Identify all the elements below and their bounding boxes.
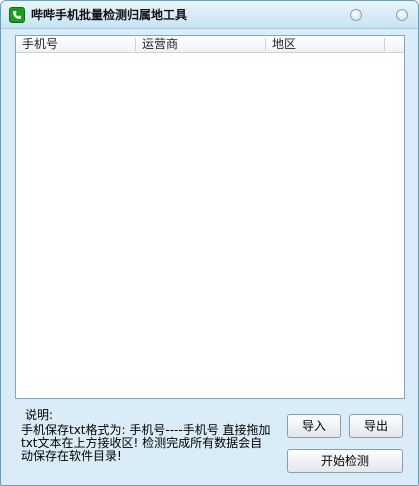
main-window: 哔哔手机批量检测归属地工具 手机号 运营商 地区 说明: 手机保存txt格式为:… (0, 0, 419, 486)
close-icon[interactable] (396, 9, 408, 21)
title-bar[interactable]: 哔哔手机批量检测归属地工具 (1, 1, 418, 29)
window-title: 哔哔手机批量检测归属地工具 (31, 8, 188, 22)
column-header-carrier[interactable]: 运营商 (136, 36, 265, 52)
column-header-region[interactable]: 地区 (266, 36, 384, 52)
column-header-phone[interactable]: 手机号 (16, 36, 135, 52)
phone-icon (9, 7, 25, 23)
export-button[interactable]: 导出 (349, 414, 403, 438)
list-header: 手机号 运营商 地区 (16, 36, 404, 53)
phone-list-view[interactable]: 手机号 运营商 地区 (15, 35, 405, 399)
column-separator[interactable] (384, 38, 385, 51)
instructions-text: 手机保存txt格式为: 手机号----手机号 直接拖加txt文本在上方接收区! … (21, 423, 271, 463)
instructions-title: 说明: (25, 408, 54, 422)
minimize-icon[interactable] (350, 9, 362, 21)
start-check-button[interactable]: 开始检测 (287, 449, 403, 473)
import-button[interactable]: 导入 (287, 414, 341, 438)
